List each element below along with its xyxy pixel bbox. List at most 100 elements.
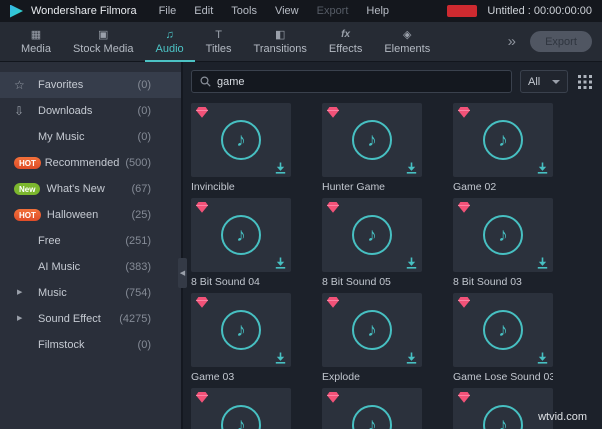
menu-edit[interactable]: Edit xyxy=(194,5,213,17)
download-button[interactable] xyxy=(275,352,286,364)
premium-gem-icon xyxy=(196,202,208,213)
hot-badge: HOT xyxy=(14,209,41,221)
tab-audio[interactable]: ♫ Audio xyxy=(145,22,195,62)
item-icon-slot: ▶ xyxy=(14,315,32,323)
audio-thumbnail[interactable]: ♪ xyxy=(453,103,553,177)
audio-thumbnail[interactable]: ♪ xyxy=(191,293,291,367)
sidebar-item-label: Halloween xyxy=(47,209,98,221)
item-count: (0) xyxy=(138,131,151,143)
grid-view-button[interactable] xyxy=(576,73,594,91)
menu-help[interactable]: Help xyxy=(366,5,389,17)
audio-grid: ♪ Invincible ♪ Hunter Game xyxy=(191,103,594,429)
sidebar-item-ai-music[interactable]: AI Music (383) xyxy=(0,254,181,280)
download-button[interactable] xyxy=(537,257,548,269)
download-button[interactable] xyxy=(537,162,548,174)
audio-card: ♪ xyxy=(191,388,291,429)
search-input[interactable] xyxy=(217,76,503,88)
export-button[interactable]: Export xyxy=(530,31,592,52)
titlebar-right: Untitled : 00:00:00:00 xyxy=(447,5,592,17)
item-count: (25) xyxy=(131,209,151,221)
sidebar-item-halloween[interactable]: HOT Halloween (25) xyxy=(0,202,181,228)
item-count: (383) xyxy=(125,261,151,273)
chevron-down-icon xyxy=(552,80,560,84)
red-button[interactable] xyxy=(447,5,477,17)
tab-media[interactable]: ▦ Media xyxy=(10,22,62,62)
sidebar-item-music[interactable]: ▶ Music (754) xyxy=(0,280,181,306)
toolbar: ▦ Media ▣ Stock Media ♫ Audio T Titles ◧… xyxy=(0,22,602,62)
audio-thumbnail[interactable]: ♪ xyxy=(322,388,422,429)
download-button[interactable] xyxy=(537,352,548,364)
tab-transitions[interactable]: ◧ Transitions xyxy=(243,22,318,62)
transitions-icon: ◧ xyxy=(275,29,285,42)
menu-tools[interactable]: Tools xyxy=(231,5,257,17)
sidebar-item-label: Music xyxy=(38,287,67,299)
premium-gem-icon xyxy=(196,107,208,118)
premium-gem-icon xyxy=(458,392,470,403)
menu-view[interactable]: View xyxy=(275,5,299,17)
premium-gem-icon xyxy=(458,297,470,308)
item-icon-slot: ☆ xyxy=(14,79,32,91)
audio-card: ♪ Game Lose Sound 03 xyxy=(453,293,553,384)
audio-note-icon: ♪ xyxy=(221,405,261,429)
sidebar-item-label: Recommended xyxy=(45,157,120,169)
menu-file[interactable]: File xyxy=(159,5,177,17)
audio-thumbnail[interactable]: ♪ xyxy=(322,198,422,272)
sidebar-item-label: My Music xyxy=(38,131,84,143)
audio-thumbnail[interactable]: ♪ xyxy=(191,388,291,429)
audio-thumbnail[interactable]: ♪ xyxy=(453,198,553,272)
premium-gem-icon xyxy=(458,202,470,213)
item-icon-slot: New xyxy=(14,183,40,195)
tab-stock-media[interactable]: ▣ Stock Media xyxy=(62,22,145,62)
expand-arrow-icon[interactable]: ▶ xyxy=(17,315,22,323)
filter-dropdown[interactable]: All xyxy=(520,70,568,93)
audio-card: ♪ xyxy=(322,388,422,429)
sidebar-item-sound-effect[interactable]: ▶ Sound Effect (4275) xyxy=(0,306,181,332)
sidebar-item-label: Free xyxy=(38,235,61,247)
audio-note-icon: ♪ xyxy=(221,120,261,160)
sidebar-item-my-music[interactable]: My Music (0) xyxy=(0,124,181,150)
sidebar-item-what-s-new[interactable]: New What's New (67) xyxy=(0,176,181,202)
audio-card-title: 8 Bit Sound 05 xyxy=(322,275,422,289)
sidebar-item-label: Favorites xyxy=(38,79,83,91)
item-count: (0) xyxy=(138,79,151,91)
audio-card-title: Hunter Game xyxy=(322,180,422,194)
star-icon: ☆ xyxy=(14,79,25,91)
sidebar-item-recommended[interactable]: HOT Recommended (500) xyxy=(0,150,181,176)
sidebar-collapse-handle[interactable]: ◀ xyxy=(178,258,187,288)
audio-thumbnail[interactable]: ♪ xyxy=(453,293,553,367)
grid-view-icon xyxy=(578,75,592,89)
more-tabs-button[interactable]: » xyxy=(498,22,526,62)
sidebar-item-downloads[interactable]: ⇩ Downloads (0) xyxy=(0,98,181,124)
titles-icon: T xyxy=(215,29,222,42)
tab-elements[interactable]: ◈ Elements xyxy=(373,22,441,62)
hot-badge: HOT xyxy=(14,157,41,169)
sidebar-item-free[interactable]: Free (251) xyxy=(0,228,181,254)
watermark: wtvid.com xyxy=(538,411,587,423)
download-button[interactable] xyxy=(275,162,286,174)
audio-thumbnail[interactable]: ♪ xyxy=(322,103,422,177)
audio-thumbnail[interactable]: ♪ xyxy=(191,103,291,177)
download-button[interactable] xyxy=(406,162,417,174)
audio-card: ♪ 8 Bit Sound 03 xyxy=(453,198,553,289)
media-icon: ▦ xyxy=(31,29,41,42)
tab-effects[interactable]: fx Effects xyxy=(318,22,373,62)
tab-titles[interactable]: T Titles xyxy=(195,22,243,62)
main-panel: All ♪ xyxy=(183,62,602,429)
tab-bar: ▦ Media ▣ Stock Media ♫ Audio T Titles ◧… xyxy=(10,22,441,62)
sidebar-item-label: Filmstock xyxy=(38,339,84,351)
sidebar-item-filmstock[interactable]: Filmstock (0) xyxy=(0,332,181,358)
audio-thumbnail[interactable]: ♪ xyxy=(322,293,422,367)
filmora-logo-icon xyxy=(10,5,23,18)
expand-arrow-icon[interactable]: ▶ xyxy=(17,289,22,297)
download-button[interactable] xyxy=(406,352,417,364)
item-count: (4275) xyxy=(119,313,151,325)
sidebar-item-favorites[interactable]: ☆ Favorites (0) xyxy=(0,72,181,98)
audio-card-title: Game Lose Sound 03 xyxy=(453,370,553,384)
audio-note-icon: ♪ xyxy=(483,310,523,350)
app-name: Wondershare Filmora xyxy=(31,5,137,17)
download-button[interactable] xyxy=(275,257,286,269)
download-button[interactable] xyxy=(406,257,417,269)
sidebar-item-label: Sound Effect xyxy=(38,313,101,325)
audio-thumbnail[interactable]: ♪ xyxy=(191,198,291,272)
menu-export[interactable]: Export xyxy=(317,5,349,17)
